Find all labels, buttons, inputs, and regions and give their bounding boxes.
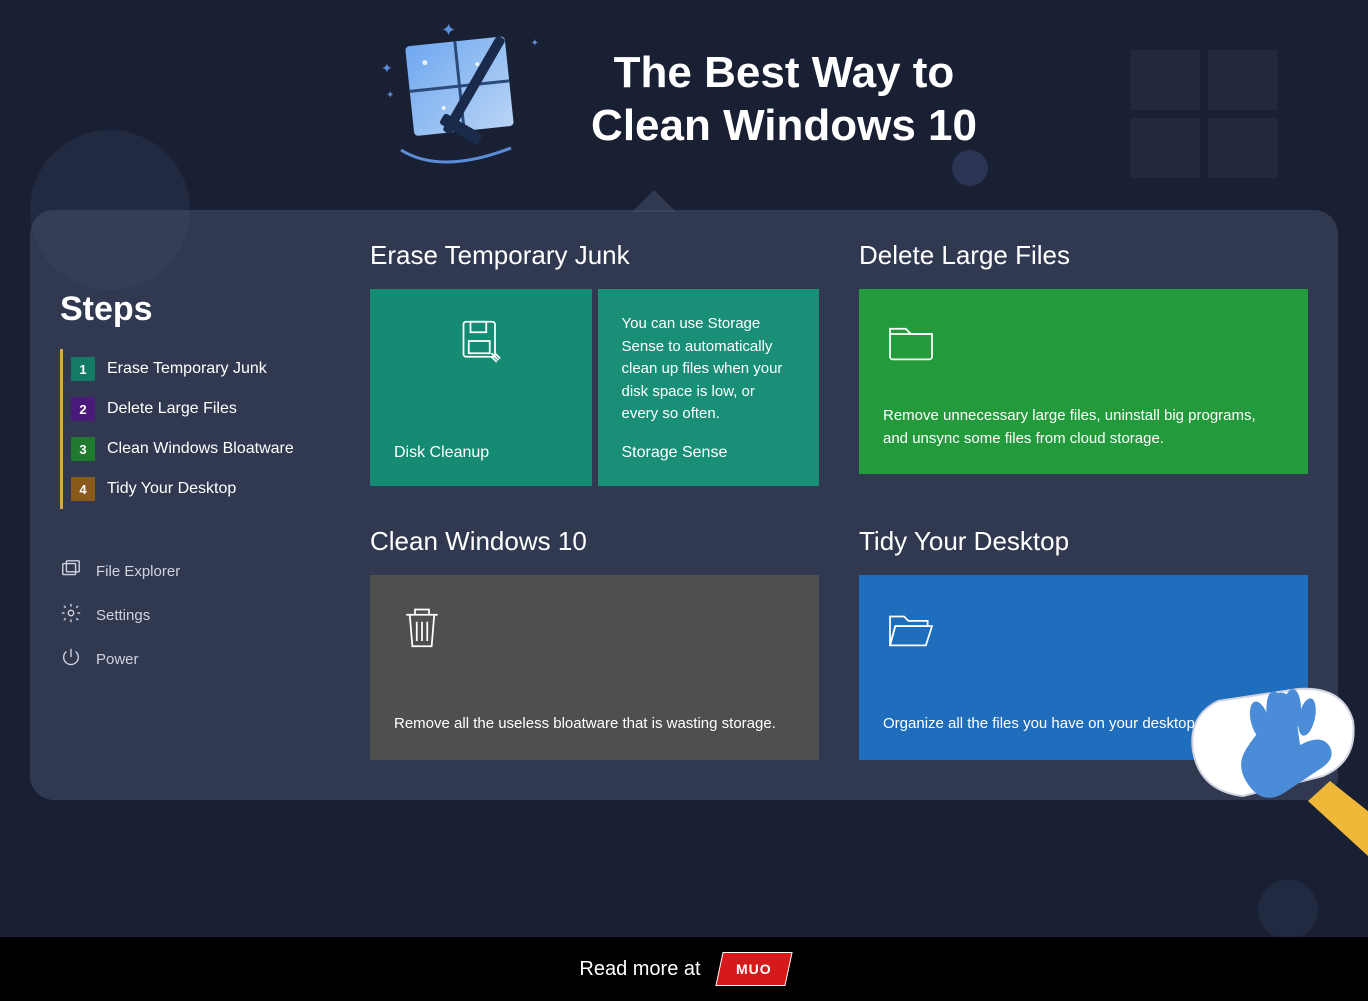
card-label: Disk Cleanup [394,444,568,462]
section-title: Erase Temporary Junk [370,240,819,271]
section-tidy-your-desktop: Tidy Your Desktop Organize all the files… [859,526,1308,760]
power-icon [60,646,82,672]
card-tidy-desktop[interactable]: Organize all the files you have on your … [859,575,1308,760]
power-link[interactable]: Power [60,637,340,681]
footer: Read more at MUO [0,937,1368,1001]
link-label: File Explorer [96,563,180,580]
content-grid: Erase Temporary Junk Disk Cleanup You ca… [370,240,1308,760]
steps-heading: Steps [60,290,340,329]
floppy-clean-icon [394,313,568,374]
card-text: You can use Storage Sense to automatical… [622,313,796,426]
section-title: Clean Windows 10 [370,526,819,557]
side-links: File Explorer Settings Power [60,549,340,681]
decorative-circle [1258,880,1318,940]
folder-icon [883,313,1284,374]
steps-list: 1 Erase Temporary Junk 2 Delete Large Fi… [60,349,340,509]
link-label: Power [96,651,139,668]
card-text: Remove all the useless bloatware that is… [394,713,795,736]
muo-logo[interactable]: MUO [715,952,792,986]
card-disk-cleanup[interactable]: Disk Cleanup [370,289,592,486]
main-panel: Steps 1 Erase Temporary Junk 2 Delete La… [30,210,1338,800]
step-erase-temporary-junk[interactable]: 1 Erase Temporary Junk [71,349,340,389]
window-clean-icon: ✦ ✦ ✦ ✦ [391,30,531,170]
trash-icon [394,599,795,660]
step-delete-large-files[interactable]: 2 Delete Large Files [71,389,340,429]
file-explorer-icon [60,558,82,584]
file-explorer-link[interactable]: File Explorer [60,549,340,593]
step-label: Delete Large Files [107,400,237,418]
step-number: 1 [71,357,95,381]
header: ✦ ✦ ✦ ✦ The [0,0,1368,190]
step-clean-windows-bloatware[interactable]: 3 Clean Windows Bloatware [71,429,340,469]
settings-link[interactable]: Settings [60,593,340,637]
step-label: Tidy Your Desktop [107,480,236,498]
step-number: 2 [71,397,95,421]
folder-open-icon [883,599,1284,660]
card-storage-sense[interactable]: You can use Storage Sense to automatical… [598,289,820,486]
step-label: Clean Windows Bloatware [107,440,294,458]
step-tidy-your-desktop[interactable]: 4 Tidy Your Desktop [71,469,340,509]
section-title: Tidy Your Desktop [859,526,1308,557]
link-label: Settings [96,607,150,624]
step-number: 4 [71,477,95,501]
section-clean-windows-10: Clean Windows 10 Remove all the useless … [370,526,819,760]
step-number: 3 [71,437,95,461]
sidebar: Steps 1 Erase Temporary Junk 2 Delete La… [60,240,340,760]
gear-icon [60,602,82,628]
page-title: The Best Way to Clean Windows 10 [591,47,977,153]
footer-text: Read more at [579,958,700,981]
section-title: Delete Large Files [859,240,1308,271]
card-label: Storage Sense [622,444,796,462]
section-delete-large-files: Delete Large Files Remove unnecessary la… [859,240,1308,486]
step-label: Erase Temporary Junk [107,360,267,378]
section-erase-temporary-junk: Erase Temporary Junk Disk Cleanup You ca… [370,240,819,486]
card-text: Remove unnecessary large files, uninstal… [883,405,1284,450]
card-clean-windows[interactable]: Remove all the useless bloatware that is… [370,575,819,760]
card-text: Organize all the files you have on your … [883,713,1284,736]
card-delete-large-files[interactable]: Remove unnecessary large files, uninstal… [859,289,1308,474]
